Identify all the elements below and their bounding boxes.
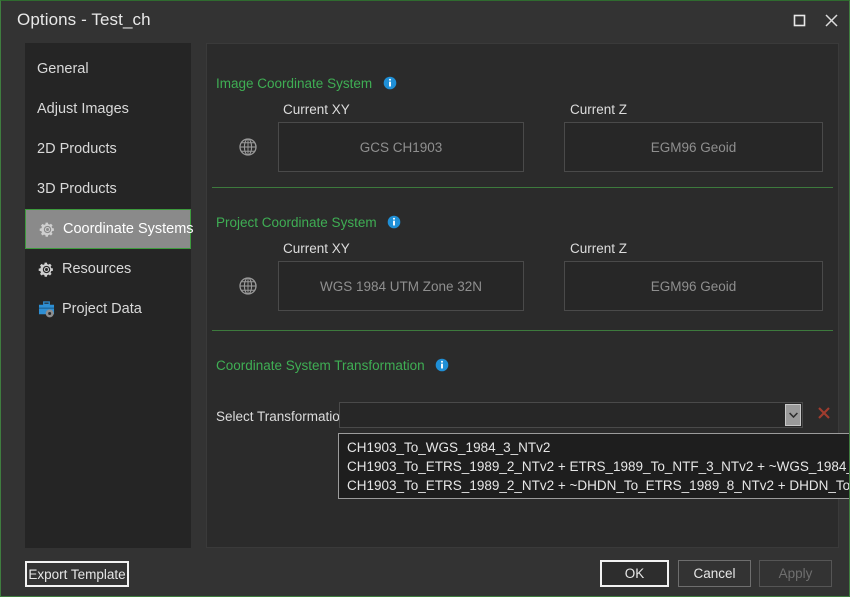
section-divider [212, 330, 833, 331]
info-icon[interactable] [435, 358, 449, 375]
clear-transformation-button[interactable] [813, 404, 835, 426]
sidebar-item-project-data[interactable]: Project Data [25, 289, 191, 329]
image-coordinate-system-title-text: Image Coordinate System [216, 76, 373, 91]
globe-icon [238, 137, 258, 157]
sidebar-item-3d-products[interactable]: 3D Products [25, 169, 191, 209]
image-cs-xy-value: GCS CH1903 [359, 139, 443, 155]
gear-icon [37, 260, 56, 279]
sidebar-item-coordinate-systems[interactable]: Coordinate Systems [25, 209, 194, 249]
info-icon[interactable] [383, 76, 397, 93]
sidebar-item-adjust-images[interactable]: Adjust Images [25, 89, 191, 129]
section-divider [212, 187, 833, 188]
coordinate-system-transformation-title: Coordinate System Transformation [216, 358, 449, 375]
apply-button: Apply [759, 560, 832, 587]
title-bar: Options - Test_ch [2, 2, 849, 39]
sidebar-item-3d-products-label: 3D Products [37, 180, 117, 197]
maximize-button[interactable] [784, 2, 814, 39]
sidebar-item-general[interactable]: General [25, 49, 191, 89]
project-cs-z-field[interactable]: EGM96 Geoid [564, 261, 823, 311]
image-coordinate-system-title: Image Coordinate System [216, 76, 397, 93]
close-x-icon [817, 406, 831, 425]
project-coordinate-system-title-text: Project Coordinate System [216, 215, 377, 230]
cancel-button[interactable]: Cancel [678, 560, 751, 587]
sidebar-item-2d-products[interactable]: 2D Products [25, 129, 191, 169]
sidebar-item-coordinate-systems-label: Coordinate Systems [63, 220, 194, 237]
ok-button[interactable]: OK [600, 560, 669, 587]
sidebar-item-2d-products-label: 2D Products [37, 140, 117, 157]
close-button[interactable] [816, 2, 846, 39]
image-cs-xy-label: Current XY [283, 102, 350, 117]
dropdown-option[interactable]: CH1903_To_ETRS_1989_2_NTv2 + ~DHDN_To_ET… [339, 476, 849, 495]
maximize-icon [793, 14, 806, 27]
apply-button-label: Apply [778, 566, 813, 581]
project-cs-xy-field[interactable]: WGS 1984 UTM Zone 32N [278, 261, 524, 311]
sidebar-item-general-label: General [37, 60, 89, 77]
select-transformation-combobox[interactable] [339, 402, 803, 428]
coordinate-system-transformation-title-text: Coordinate System Transformation [216, 358, 425, 373]
briefcase-gear-icon [37, 300, 56, 319]
project-cs-xy-label: Current XY [283, 241, 350, 256]
globe-icon [238, 276, 258, 296]
image-cs-z-field[interactable]: EGM96 Geoid [564, 122, 823, 172]
sidebar-item-resources[interactable]: Resources [25, 249, 191, 289]
project-coordinate-system-title: Project Coordinate System [216, 215, 401, 232]
sidebar: General Adjust Images 2D Products 3D Pro… [25, 43, 194, 548]
info-icon[interactable] [387, 215, 401, 232]
export-template-button[interactable]: Export Template [25, 561, 129, 587]
project-cs-z-label: Current Z [570, 241, 628, 256]
chevron-down-icon[interactable] [785, 404, 801, 426]
sidebar-item-adjust-images-label: Adjust Images [37, 100, 129, 117]
sidebar-item-resources-label: Resources [62, 260, 132, 277]
options-dialog: Options - Test_ch General Adjust Images … [0, 0, 850, 597]
image-cs-z-label: Current Z [570, 102, 628, 117]
select-transformation-label: Select Transformation [216, 409, 348, 424]
export-template-button-label: Export Template [28, 566, 126, 582]
project-cs-xy-value: WGS 1984 UTM Zone 32N [319, 278, 483, 294]
project-cs-z-value: EGM96 Geoid [650, 278, 737, 294]
transformation-dropdown-list[interactable]: CH1903_To_WGS_1984_3_NTv2 CH1903_To_ETRS… [338, 433, 849, 499]
image-cs-xy-field[interactable]: GCS CH1903 [278, 122, 524, 172]
close-icon [824, 13, 839, 28]
sidebar-item-project-data-label: Project Data [62, 300, 142, 317]
window-title: Options - Test_ch [17, 10, 151, 29]
cancel-button-label: Cancel [693, 566, 736, 581]
ok-button-label: OK [624, 566, 645, 581]
gear-icon [38, 220, 57, 239]
dropdown-option[interactable]: CH1903_To_WGS_1984_3_NTv2 [339, 438, 849, 457]
image-cs-z-value: EGM96 Geoid [650, 139, 737, 155]
dropdown-option[interactable]: CH1903_To_ETRS_1989_2_NTv2 + ETRS_1989_T… [339, 457, 849, 476]
